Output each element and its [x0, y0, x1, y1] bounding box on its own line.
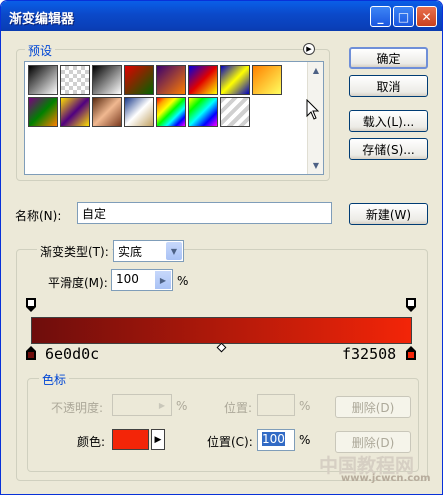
window-title: 渐变编辑器 [9, 12, 75, 27]
color-swatch[interactable] [112, 429, 149, 450]
play-arrow-icon: ▶ [154, 434, 162, 445]
title-bar[interactable]: 渐变编辑器 _ □ ✕ [1, 1, 442, 31]
cancel-button[interactable]: 取消 [349, 75, 428, 97]
preset-swatch-blue-red-yellow[interactable] [188, 65, 218, 95]
minimize-button[interactable]: _ [370, 6, 391, 27]
color-location-value: 100 [262, 432, 285, 446]
color-label: 颜色: [77, 435, 106, 449]
maximize-button[interactable]: □ [393, 6, 414, 27]
smoothness-unit: % [177, 274, 189, 288]
preset-swatch-spectrum[interactable] [156, 97, 186, 127]
preset-swatch-list: ▲ ▼ [24, 61, 324, 175]
opacity-input[interactable]: ▶ [112, 394, 172, 416]
color-menu-button[interactable]: ▶ [151, 429, 165, 450]
end-color-hex: f32508 [342, 345, 397, 363]
scroll-up-icon[interactable]: ▲ [309, 63, 323, 77]
preset-swatch-violet-orange[interactable] [156, 65, 186, 95]
close-icon: ✕ [421, 9, 432, 24]
watermark-url: www.jcwcn.com [341, 473, 431, 484]
presets-legend: 预设 [25, 42, 56, 59]
smoothness-value: 100 [116, 272, 139, 286]
color-location-unit: % [299, 433, 311, 447]
color-stop-right-icon[interactable] [406, 346, 416, 360]
preset-swatch-blue-yellow-blue[interactable] [220, 65, 250, 95]
color-delete-button[interactable]: 删除(D) [335, 431, 411, 453]
presets-menu-button[interactable]: ▶ [303, 43, 315, 55]
ok-button[interactable]: 确定 [349, 47, 428, 69]
preset-swatch-yellow-violet[interactable] [60, 97, 90, 127]
preset-swatch-black-white[interactable] [28, 65, 58, 95]
name-label: 名称(N): [15, 209, 62, 223]
opacity-stop-right-icon[interactable] [406, 298, 416, 312]
scroll-down-icon[interactable]: ▼ [309, 158, 323, 172]
preset-swatch-transparent-rainbow[interactable] [188, 97, 218, 127]
gradient-type-select[interactable]: 实底 ▼ [113, 240, 184, 262]
gradient-preview-bar[interactable] [31, 317, 412, 344]
color-stop-left-icon[interactable] [26, 346, 36, 360]
opacity-delete-button[interactable]: 删除(D) [335, 396, 411, 418]
opacity-location-unit: % [299, 399, 311, 413]
opacity-slider-arrow-icon[interactable]: ▶ [154, 396, 170, 414]
play-arrow-icon: ▶ [306, 45, 312, 53]
save-button[interactable]: 存储(S)... [349, 138, 428, 160]
color-location-input[interactable]: 100 [257, 429, 295, 451]
mouse-cursor-icon [306, 99, 320, 120]
new-button[interactable]: 新建(W) [349, 203, 428, 225]
opacity-stop-left-icon[interactable] [26, 298, 36, 312]
slider-arrow-icon[interactable]: ▶ [155, 271, 171, 289]
opacity-location-input[interactable] [257, 394, 295, 416]
load-button[interactable]: 载入(L)... [349, 110, 428, 132]
opacity-location-label: 位置: [224, 401, 253, 415]
maximize-icon: □ [397, 9, 410, 24]
smoothness-label: 平滑度(M): [48, 276, 108, 290]
preset-swatch-red-green[interactable] [124, 65, 154, 95]
minimize-icon: _ [377, 9, 384, 24]
preset-swatch-transparent[interactable] [60, 65, 90, 95]
preset-swatch-copper[interactable] [92, 97, 122, 127]
gradient-type-label: 渐变类型(T): [37, 243, 112, 260]
gradient-type-value: 实底 [118, 245, 143, 259]
color-location-label: 位置(C): [207, 435, 253, 449]
preset-swatch-transparent-stripes[interactable] [220, 97, 250, 127]
preset-swatch-violet-green-orange[interactable] [28, 97, 58, 127]
preset-swatch-black-white-2[interactable] [92, 65, 122, 95]
smoothness-input[interactable]: 100 ▶ [111, 269, 173, 291]
stops-legend: 色标 [39, 371, 70, 388]
chevron-down-icon[interactable]: ▼ [166, 242, 182, 260]
close-button[interactable]: ✕ [416, 6, 437, 27]
preset-swatch-orange-yellow[interactable] [252, 65, 282, 95]
opacity-label: 不透明度: [51, 401, 104, 415]
name-input[interactable]: 自定 [77, 202, 332, 224]
gradient-editor-window: 渐变编辑器 _ □ ✕ 预设 ▶ ▲ ▼ 确定 取消 载入(L)... 存储(S… [0, 0, 443, 495]
start-color-hex: 6e0d0c [45, 345, 100, 363]
opacity-unit: % [176, 399, 188, 413]
preset-swatch-chrome[interactable] [124, 97, 154, 127]
